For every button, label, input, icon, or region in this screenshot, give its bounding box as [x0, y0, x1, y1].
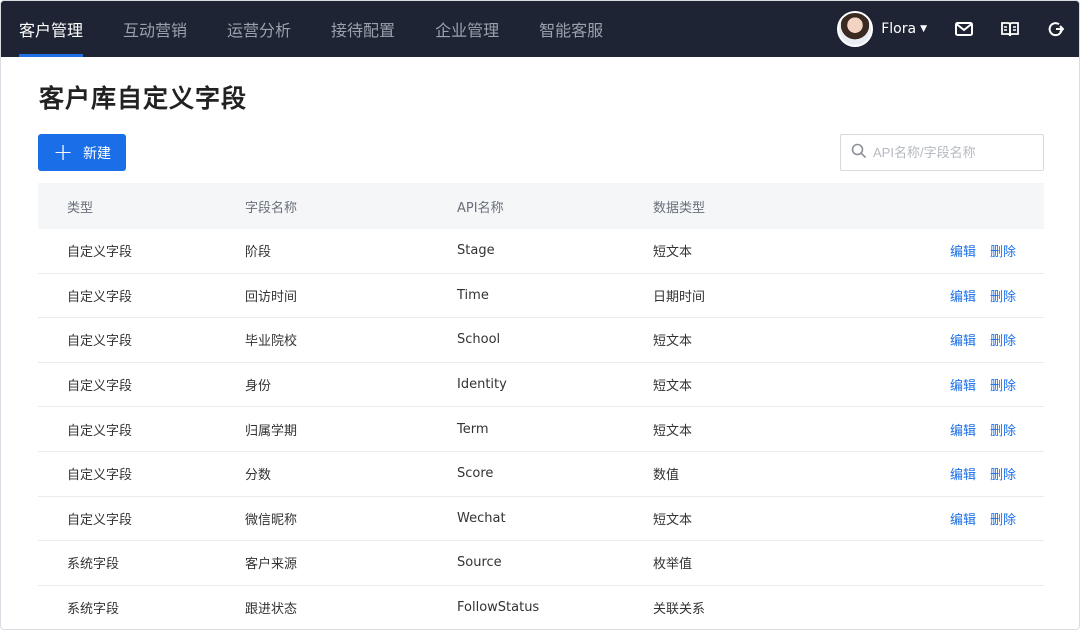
delete-link[interactable]: 删除 [990, 330, 1016, 349]
cell-api-name: Stage [457, 243, 495, 259]
cell-api-name: Source [457, 555, 502, 571]
cell-type: 自定义字段 [67, 245, 133, 261]
cell-type: 系统字段 [67, 557, 120, 573]
cell-data-type: 枚举值 [653, 557, 693, 573]
table-row: 自定义字段 回访时间 Time 日期时间 编辑 删除 [38, 274, 1044, 319]
cell-actions: 编辑 删除 [903, 375, 1044, 394]
table-row: 自定义字段 毕业院校 School 短文本 编辑 删除 [38, 318, 1044, 363]
mail-icon[interactable] [953, 18, 975, 40]
edit-link[interactable]: 编辑 [950, 464, 976, 483]
cell-type: 自定义字段 [67, 512, 133, 528]
edit-link[interactable]: 编辑 [950, 420, 976, 439]
cell-data-type: 短文本 [653, 245, 693, 261]
cell-type: 自定义字段 [67, 423, 133, 439]
cell-api-name: Time [457, 287, 489, 303]
cell-field-name: 阶段 [245, 245, 272, 261]
new-button-label: 新建 [83, 145, 112, 162]
cell-api-name: Wechat [457, 510, 506, 526]
table-row: 系统字段 客户来源 Source 枚举值 [38, 541, 1044, 586]
cell-type: 自定义字段 [67, 468, 133, 484]
table-header: 类型 字段名称 API名称 数据类型 [38, 183, 1044, 229]
cell-field-name: 回访时间 [245, 289, 298, 305]
delete-link[interactable]: 删除 [990, 509, 1016, 528]
nav-item-1[interactable]: 互动营销 [123, 1, 187, 57]
cell-data-type: 短文本 [653, 512, 693, 528]
table-row: 自定义字段 分数 Score 数值 编辑 删除 [38, 452, 1044, 497]
delete-link[interactable]: 删除 [990, 464, 1016, 483]
cell-type: 自定义字段 [67, 289, 133, 305]
header-type: 类型 [67, 200, 94, 216]
fields-table: 类型 字段名称 API名称 数据类型 自定义字段 阶段 Stage 短文本 编辑 删除 自定… [38, 183, 1044, 629]
cell-data-type: 日期时间 [653, 289, 706, 305]
cell-type: 自定义字段 [67, 334, 133, 350]
user-avatar[interactable] [837, 11, 874, 47]
top-right-area: Flora ▼ [837, 1, 1079, 57]
edit-link[interactable]: 编辑 [950, 375, 976, 394]
cell-field-name: 身份 [245, 379, 272, 395]
header-data-type: 数据类型 [653, 200, 706, 216]
cell-field-name: 客户来源 [245, 557, 298, 573]
edit-link[interactable]: 编辑 [950, 286, 976, 305]
cell-field-name: 微信昵称 [245, 512, 298, 528]
cell-api-name: Term [457, 421, 489, 437]
table-row: 系统字段 跟进状态 FollowStatus 关联关系 [38, 586, 1044, 629]
search-input[interactable] [873, 145, 1033, 160]
cell-type: 自定义字段 [67, 379, 133, 395]
user-name[interactable]: Flora [881, 21, 916, 37]
nav-item-2[interactable]: 运营分析 [227, 1, 291, 57]
nav-item-0[interactable]: 客户管理 [19, 1, 84, 57]
cell-actions: 编辑 删除 [903, 330, 1044, 349]
caret-down-icon[interactable]: ▼ [920, 24, 927, 34]
cell-data-type: 短文本 [653, 423, 693, 439]
main-nav: 客户管理 互动营销 运营分析 接待配置 企业管理 智能客服 [1, 1, 643, 57]
cell-actions: 编辑 删除 [903, 241, 1044, 260]
cell-api-name: FollowStatus [457, 600, 540, 616]
cell-field-name: 分数 [245, 468, 272, 484]
cell-data-type: 关联关系 [653, 602, 706, 618]
header-field-name: 字段名称 [245, 200, 298, 216]
nav-item-5[interactable]: 智能客服 [539, 1, 603, 57]
new-button[interactable]: + 新建 [38, 134, 126, 171]
header-api-name: API名称 [457, 200, 504, 216]
delete-link[interactable]: 删除 [990, 241, 1016, 260]
plus-icon: + [52, 137, 74, 166]
nav-item-3[interactable]: 接待配置 [331, 1, 395, 57]
edit-link[interactable]: 编辑 [950, 241, 976, 260]
cell-actions: 编辑 删除 [903, 464, 1044, 483]
cell-actions: 编辑 删除 [903, 509, 1044, 528]
table-body: 自定义字段 阶段 Stage 短文本 编辑 删除 自定义字段 回访时间 Time 日期时间 编辑 删除… [38, 229, 1044, 629]
cell-data-type: 数值 [653, 468, 680, 484]
cell-api-name: School [457, 332, 501, 348]
top-navbar: 客户管理 互动营销 运营分析 接待配置 企业管理 智能客服 Flora ▼ [1, 1, 1079, 57]
cell-actions: 编辑 删除 [903, 286, 1044, 305]
app-window: 客户管理 互动营销 运营分析 接待配置 企业管理 智能客服 Flora ▼ 客户库自定义字… [0, 0, 1080, 630]
delete-link[interactable]: 删除 [990, 286, 1016, 305]
cell-field-name: 跟进状态 [245, 602, 298, 618]
edit-link[interactable]: 编辑 [950, 509, 976, 528]
table-row: 自定义字段 归属学期 Term 短文本 编辑 删除 [38, 407, 1044, 452]
cell-api-name: Identity [457, 377, 507, 393]
book-icon[interactable] [999, 18, 1021, 40]
table-row: 自定义字段 身份 Identity 短文本 编辑 删除 [38, 363, 1044, 408]
logout-icon[interactable] [1045, 18, 1067, 40]
cell-field-name: 归属学期 [245, 423, 298, 439]
page-title: 客户库自定义字段 [39, 84, 248, 113]
table-row: 自定义字段 阶段 Stage 短文本 编辑 删除 [38, 229, 1044, 274]
nav-item-4[interactable]: 企业管理 [435, 1, 499, 57]
cell-data-type: 短文本 [653, 334, 693, 350]
cell-field-name: 毕业院校 [245, 334, 298, 350]
delete-link[interactable]: 删除 [990, 420, 1016, 439]
delete-link[interactable]: 删除 [990, 375, 1016, 394]
cell-data-type: 短文本 [653, 379, 693, 395]
cell-type: 系统字段 [67, 602, 120, 618]
search-icon [851, 143, 867, 163]
edit-link[interactable]: 编辑 [950, 330, 976, 349]
cell-actions: 编辑 删除 [903, 420, 1044, 439]
table-row: 自定义字段 微信昵称 Wechat 短文本 编辑 删除 [38, 497, 1044, 542]
cell-api-name: Score [457, 466, 494, 482]
search-box[interactable] [840, 134, 1044, 171]
